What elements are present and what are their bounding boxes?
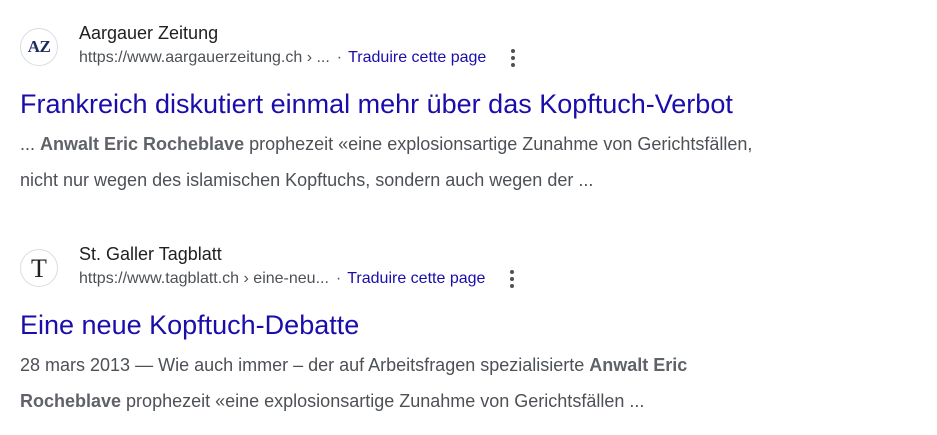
snippet-prefix: — Wie auch immer – der auf Arbeitsfragen… [130, 355, 590, 375]
snippet-highlight-2: Rocheblave [20, 391, 122, 411]
result-url: https://www.aargauerzeitung.ch [79, 49, 303, 66]
snippet-text: prophezeit «eine explosionsartige Zunahm… [244, 134, 753, 154]
more-options-icon[interactable] [502, 46, 524, 70]
snippet-text-line2: nicht nur wegen des islamischen Kopftuch… [20, 170, 594, 190]
source-text: St. Galler Tagblatt https://www.tagblatt… [79, 241, 523, 291]
separator: · [335, 270, 342, 287]
site-favicon: AZ [20, 28, 58, 66]
snippet-highlight: Anwalt Eric [589, 355, 688, 375]
result-snippet: ... Anwalt Eric Rocheblave prophezeit «e… [20, 126, 900, 198]
search-result: T St. Galler Tagblatt https://www.tagbla… [20, 241, 920, 419]
tagblatt-logo-icon: T [31, 254, 47, 283]
site-favicon: T [20, 249, 58, 287]
snippet-text: prophezeit «eine explosionsartige Zunahm… [121, 391, 645, 411]
snippet-highlight: Anwalt Eric Rocheblave [40, 134, 245, 154]
site-name: St. Galler Tagblatt [79, 244, 222, 264]
url-breadcrumb: › ... [306, 49, 330, 66]
url-breadcrumb: › eine-neu... [243, 270, 329, 287]
snippet-prefix: ... [20, 134, 41, 154]
aargauer-zeitung-logo-icon: AZ [27, 37, 51, 56]
translate-page-link[interactable]: Traduire cette page [347, 267, 485, 291]
result-title-link[interactable]: Frankreich diskutiert einmal mehr über d… [20, 88, 920, 120]
search-result: AZ Aargauer Zeitung https://www.aargauer… [20, 20, 920, 198]
separator: · [336, 49, 343, 66]
result-source[interactable]: AZ Aargauer Zeitung https://www.aargauer… [20, 20, 920, 76]
result-source[interactable]: T St. Galler Tagblatt https://www.tagbla… [20, 241, 920, 297]
more-options-icon[interactable] [501, 267, 523, 291]
site-name: Aargauer Zeitung [79, 23, 219, 43]
result-url: https://www.tagblatt.ch [79, 270, 240, 287]
snippet-date: 28 mars 2013 [20, 355, 131, 375]
result-snippet: 28 mars 2013 — Wie auch immer – der auf … [20, 347, 900, 419]
translate-page-link[interactable]: Traduire cette page [348, 46, 486, 70]
source-text: Aargauer Zeitung https://www.aargauerzei… [79, 20, 524, 70]
url-line: https://www.aargauerzeitung.ch › ... · T… [79, 46, 524, 70]
url-line: https://www.tagblatt.ch › eine-neu... · … [79, 267, 523, 291]
result-title-link[interactable]: Eine neue Kopftuch-Debatte [20, 309, 920, 341]
